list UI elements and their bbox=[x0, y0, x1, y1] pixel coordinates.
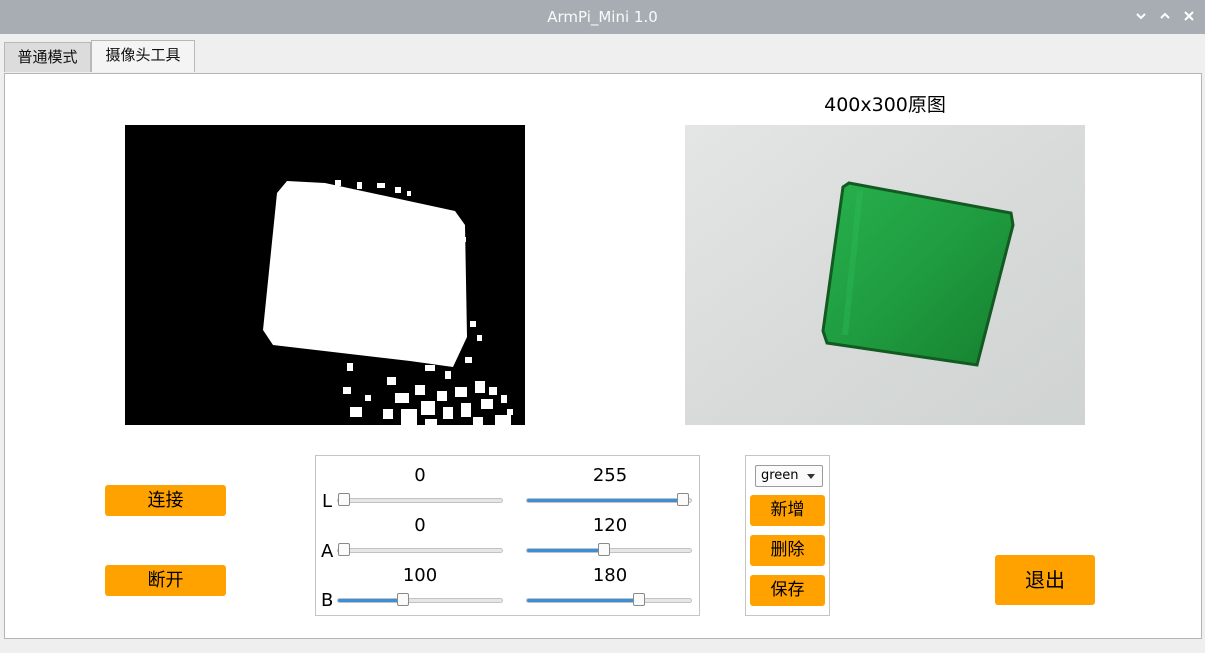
tab-normal-mode[interactable]: 普通模式 bbox=[4, 42, 91, 72]
b-max-value: 180 bbox=[592, 565, 628, 586]
preview-caption: 400x300原图 bbox=[824, 94, 946, 116]
b-max-slider[interactable] bbox=[526, 593, 692, 606]
a-min-slider[interactable] bbox=[337, 543, 503, 556]
exit-button[interactable]: 退出 bbox=[995, 555, 1095, 605]
b-min-slider-handle[interactable] bbox=[397, 593, 409, 606]
l-min-value: 0 bbox=[414, 465, 426, 486]
window-title: ArmPi_Mini 1.0 bbox=[547, 8, 658, 26]
b-max-slider-handle[interactable] bbox=[633, 593, 645, 606]
original-camera-image bbox=[685, 125, 1085, 425]
l-max-slider-handle[interactable] bbox=[677, 493, 689, 506]
a-max-slider-handle[interactable] bbox=[598, 543, 610, 556]
add-color-button[interactable]: 新增 bbox=[750, 495, 825, 526]
color-select[interactable]: green bbox=[755, 465, 823, 487]
b-min-value: 100 bbox=[402, 565, 438, 586]
mask-image bbox=[125, 125, 525, 425]
tab-bar: 普通模式 摄像头工具 bbox=[0, 34, 1205, 74]
l-channel-label: L bbox=[322, 491, 333, 512]
maximize-icon[interactable] bbox=[1157, 8, 1173, 24]
l-max-slider-fill bbox=[527, 499, 685, 502]
b-channel-label: B bbox=[321, 590, 334, 611]
chevron-down-icon bbox=[807, 474, 815, 479]
delete-color-button[interactable]: 删除 bbox=[750, 535, 825, 566]
color-panel: green 新增 删除 保存 bbox=[745, 455, 830, 616]
connect-button[interactable]: 连接 bbox=[105, 485, 226, 516]
color-select-value: green bbox=[761, 468, 799, 483]
b-min-slider[interactable] bbox=[337, 593, 503, 606]
a-max-value: 120 bbox=[592, 515, 628, 536]
a-max-slider-fill bbox=[527, 549, 605, 552]
a-min-value: 0 bbox=[414, 515, 426, 536]
a-min-slider-handle[interactable] bbox=[338, 543, 350, 556]
minimize-icon[interactable] bbox=[1133, 8, 1149, 24]
b-max-slider-fill bbox=[527, 599, 640, 602]
l-min-slider[interactable] bbox=[337, 493, 503, 506]
l-max-slider[interactable] bbox=[526, 493, 692, 506]
save-color-button[interactable]: 保存 bbox=[750, 575, 825, 606]
b-min-slider-fill bbox=[338, 599, 404, 602]
app-window: ArmPi_Mini 1.0 普通模式 摄像头工具 400x300原图 连接 断… bbox=[0, 0, 1205, 653]
tab-camera-tool[interactable]: 摄像头工具 bbox=[91, 40, 195, 72]
a-max-slider[interactable] bbox=[526, 543, 692, 556]
disconnect-button[interactable]: 断开 bbox=[105, 565, 226, 596]
lab-threshold-panel: 0 255 L 0 120 A 100 180 B bbox=[315, 455, 700, 616]
l-max-value: 255 bbox=[592, 465, 628, 486]
l-min-slider-handle[interactable] bbox=[338, 493, 350, 506]
a-channel-label: A bbox=[321, 541, 334, 562]
close-icon[interactable] bbox=[1181, 8, 1197, 24]
titlebar: ArmPi_Mini 1.0 bbox=[0, 0, 1205, 34]
